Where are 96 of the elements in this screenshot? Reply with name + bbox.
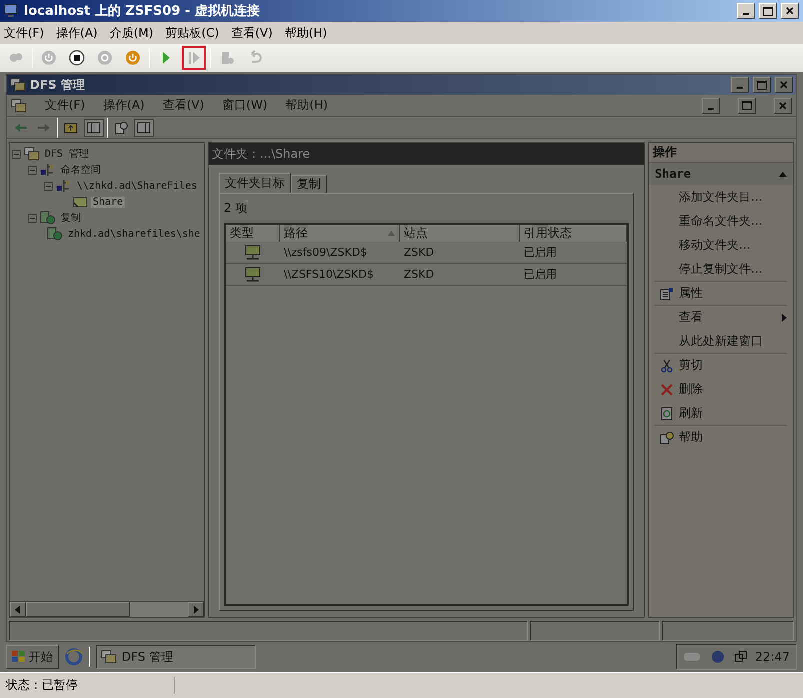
action-item[interactable]: 添加文件夹目...: [679, 189, 787, 206]
right-arrow-icon[interactable]: [193, 606, 199, 614]
list-row[interactable]: \\ZSFS10\ZSKD$ ZSKD 已启用: [226, 264, 627, 286]
shutdown-icon: [97, 50, 113, 66]
management-icon: [11, 98, 27, 112]
monitor-icon: [4, 4, 20, 18]
menu-item[interactable]: 操作(A): [103, 97, 145, 114]
tree-item[interactable]: \\zhkd.ad\ShareFiles: [75, 180, 200, 192]
tab[interactable]: 文件夹目标: [219, 173, 291, 193]
menu-item[interactable]: 查看(V): [162, 97, 204, 114]
horizontal-scrollbar[interactable]: [10, 601, 204, 617]
close-icon: [780, 81, 788, 89]
action-item[interactable]: 查看: [679, 309, 782, 326]
table-cell-text: ZSKD: [403, 268, 436, 281]
list-row[interactable]: \\zsfs09\ZSKD$ ZSKD 已启用: [226, 242, 627, 264]
collapse-icon[interactable]: [12, 150, 21, 158]
tree-item[interactable]: Share: [91, 196, 126, 208]
table-cell-text: \\zsfs09\ZSKD$: [283, 246, 368, 259]
tab[interactable]: 复制: [291, 175, 327, 193]
close-icon: [779, 102, 787, 110]
replication-icon: [40, 211, 56, 225]
minimize-icon: [743, 13, 749, 15]
network-folder-icon: [244, 244, 262, 260]
column-header[interactable]: 引用状态: [520, 225, 627, 242]
maximize-icon: [763, 6, 773, 16]
namespace-icon: [56, 179, 72, 193]
collapse-icon[interactable]: [28, 166, 37, 174]
browser-icon[interactable]: [65, 648, 83, 666]
status-text: 状态：已暂停: [0, 677, 175, 694]
collapse-icon[interactable]: [44, 182, 53, 190]
delete-icon: [660, 382, 674, 396]
table-cell-text: 已启用: [523, 267, 558, 282]
management-icon: [101, 650, 117, 664]
management-icon: [10, 78, 26, 92]
menu-item[interactable]: 帮助(H): [286, 97, 328, 114]
tree-item[interactable]: 命名空间: [59, 163, 103, 177]
action-item[interactable]: 剪切: [679, 357, 787, 374]
taskbar-button[interactable]: DFS 管理: [96, 645, 256, 669]
folder-up-icon: [64, 120, 78, 134]
column-header[interactable]: 路径: [280, 225, 400, 242]
management-icon: [24, 147, 40, 161]
clock: 22:47: [755, 650, 790, 664]
action-item[interactable]: 移动文件夹...: [679, 237, 787, 254]
menu-item[interactable]: 文件(F): [45, 97, 86, 114]
minimize-icon: [708, 108, 714, 110]
scissors-icon: [660, 358, 674, 372]
action-item[interactable]: 刷新: [679, 405, 787, 422]
action-item[interactable]: 从此处新建窗口: [679, 333, 787, 350]
tree-item[interactable]: 复制: [59, 211, 83, 225]
table-cell-text: \\ZSFS10\ZSKD$: [283, 268, 375, 281]
menu-item[interactable]: 文件(F): [4, 24, 44, 42]
namespace-icon: [40, 163, 56, 177]
sort-icon: [388, 231, 395, 236]
item-count: 2 项: [224, 200, 248, 217]
menu-item[interactable]: 介质(M): [110, 24, 154, 42]
action-pane-icon: [137, 120, 151, 134]
section-header[interactable]: Share: [649, 163, 793, 185]
column-header[interactable]: 站点: [400, 225, 520, 242]
menu-item[interactable]: 查看(V): [231, 24, 273, 42]
power-icon: [41, 50, 57, 66]
window-title: localhost 上的 ZSFS09 - 虚拟机连接: [24, 2, 260, 20]
table-cell-text: 已启用: [523, 245, 558, 260]
menu-item[interactable]: 操作(A): [56, 24, 98, 42]
tree-item[interactable]: DFS 管理: [43, 147, 92, 161]
refresh-icon: [660, 406, 674, 420]
action-item[interactable]: 删除: [679, 381, 787, 398]
network-folder-icon: [244, 266, 262, 282]
maximize-icon: [742, 101, 752, 110]
start-button[interactable]: 开始: [6, 645, 59, 669]
close-icon: [786, 7, 794, 15]
windows-logo-icon: [12, 651, 26, 663]
window-title: DFS 管理: [30, 76, 85, 94]
minimize-icon: [737, 87, 743, 89]
pane-header: 文件夹：...\Share: [209, 143, 644, 165]
action-item[interactable]: 属性: [679, 285, 787, 302]
windows-icon[interactable]: [735, 651, 748, 663]
maximize-icon: [757, 80, 767, 90]
left-arrow-icon[interactable]: [15, 606, 21, 614]
action-item[interactable]: 停止复制文件...: [679, 261, 787, 278]
snapshot-icon: [219, 50, 235, 66]
stop-icon: [69, 50, 85, 66]
action-item[interactable]: 帮助: [679, 429, 787, 446]
properties-icon: [660, 286, 674, 300]
power-icon: [125, 50, 141, 66]
shared-folder-icon: [72, 195, 88, 209]
menu-item[interactable]: 窗口(W): [222, 97, 268, 114]
action-item[interactable]: 重命名文件夹...: [679, 213, 787, 230]
column-header[interactable]: 类型: [226, 225, 280, 242]
menu-item[interactable]: 帮助(H): [284, 24, 328, 42]
pause-icon: [186, 50, 202, 66]
collapse-icon[interactable]: [28, 214, 37, 222]
replication-icon: [47, 227, 63, 241]
table-cell-text: ZSKD: [403, 246, 436, 259]
tree-item[interactable]: zhkd.ad\sharefiles\she: [66, 228, 202, 240]
tree-pane-icon: [87, 120, 101, 134]
menu-item[interactable]: 剪贴板(C): [166, 24, 220, 42]
